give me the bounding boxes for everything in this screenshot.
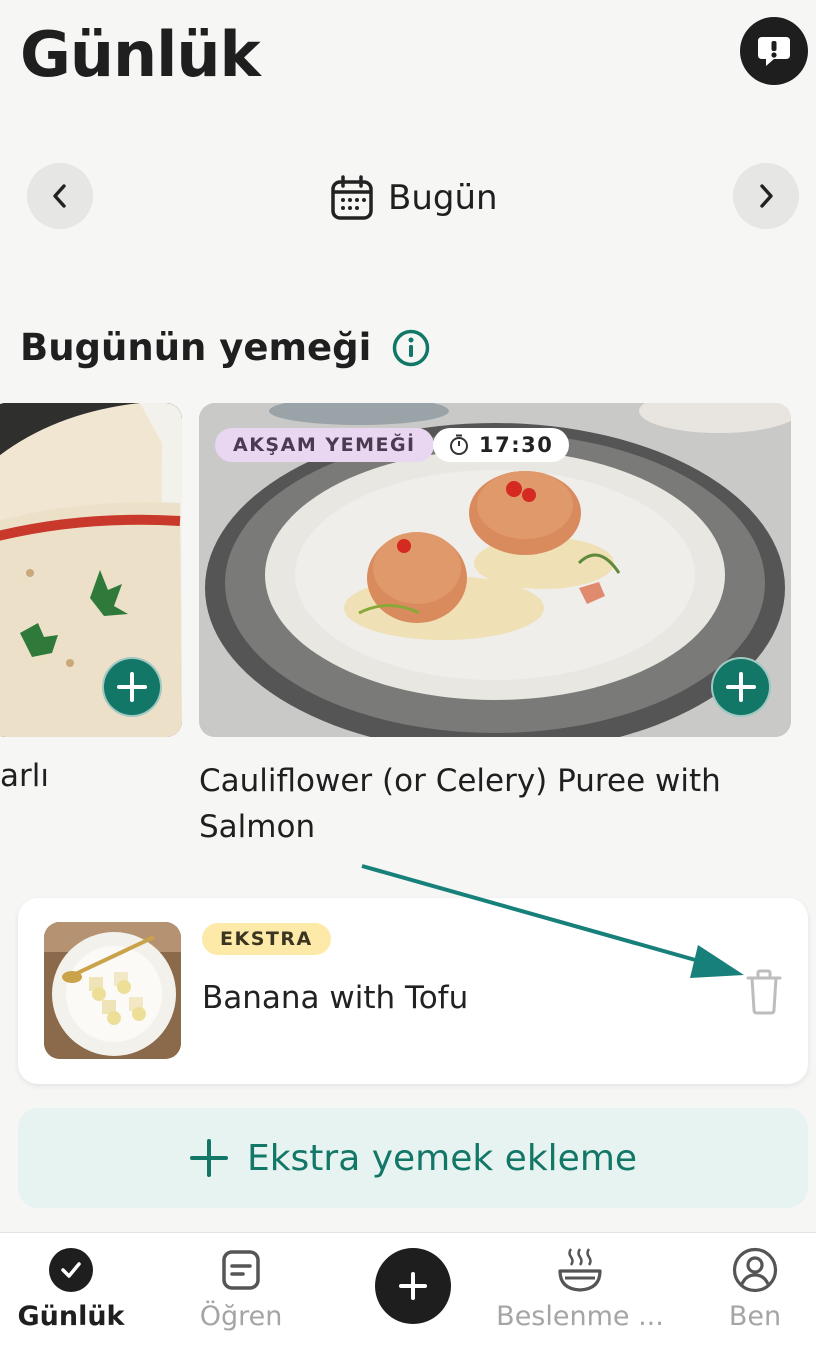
add-meal-button[interactable] bbox=[711, 657, 771, 717]
check-circle-icon bbox=[49, 1248, 93, 1292]
meal-time: 17:30 bbox=[479, 433, 554, 457]
meal-category-badge: AKŞAM YEMEĞİ bbox=[215, 428, 434, 462]
date-selector[interactable]: Bugün bbox=[330, 172, 498, 224]
extra-meal-thumbnail bbox=[44, 922, 181, 1059]
meal-card-image[interactable]: AKŞAM YEMEĞİ 17:30 bbox=[199, 403, 791, 737]
meal-card-caption[interactable]: Cauliflower (or Celery) Puree with Salmo… bbox=[199, 758, 759, 850]
tab-daily[interactable]: Günlük bbox=[0, 1233, 151, 1343]
tab-nutrition[interactable]: Beslenme ... bbox=[496, 1233, 664, 1343]
previous-day-button[interactable] bbox=[27, 163, 93, 229]
date-label: Bugün bbox=[388, 178, 498, 218]
add-button[interactable] bbox=[375, 1248, 451, 1324]
plus-icon bbox=[399, 1272, 427, 1300]
banana-tofu-photo bbox=[44, 922, 181, 1059]
tab-label: Günlük bbox=[17, 1301, 125, 1332]
timer-icon bbox=[450, 434, 468, 455]
tab-label: Beslenme ... bbox=[496, 1301, 664, 1332]
extra-meal-name: Banana with Tofu bbox=[202, 980, 469, 1016]
plus-icon bbox=[117, 672, 147, 702]
next-day-button[interactable] bbox=[733, 163, 799, 229]
plus-icon bbox=[726, 672, 756, 702]
section-title: Bugünün yemeği bbox=[20, 326, 431, 369]
extra-meal-card[interactable]: EKSTRA Banana with Tofu bbox=[18, 898, 808, 1084]
add-extra-meal-button[interactable]: Ekstra yemek ekleme bbox=[18, 1108, 808, 1208]
chevron-right-icon bbox=[760, 184, 773, 208]
tab-profile[interactable]: Ben bbox=[675, 1233, 816, 1343]
profile-icon bbox=[732, 1247, 778, 1293]
section-title-text: Bugünün yemeği bbox=[20, 326, 372, 369]
meal-card-caption: arlı bbox=[0, 758, 49, 794]
add-meal-button[interactable] bbox=[102, 657, 162, 717]
chevron-left-icon bbox=[53, 184, 66, 208]
info-icon[interactable] bbox=[391, 328, 431, 368]
tab-label: Ben bbox=[728, 1301, 782, 1332]
calendar-icon bbox=[331, 175, 373, 220]
add-extra-label: Ekstra yemek ekleme bbox=[246, 1137, 638, 1179]
meal-card-image[interactable] bbox=[0, 403, 182, 737]
extra-badge: EKSTRA bbox=[202, 923, 331, 955]
feedback-button[interactable] bbox=[740, 17, 808, 85]
bottom-navigation: Günlük Öğren Beslenme ... Ben bbox=[0, 1232, 816, 1352]
tab-label: Öğren bbox=[199, 1301, 283, 1332]
learn-card-icon bbox=[222, 1250, 260, 1290]
meal-time-badge: 17:30 bbox=[433, 428, 570, 462]
bowl-icon bbox=[558, 1248, 602, 1292]
feedback-exclamation-icon bbox=[758, 37, 790, 66]
trash-icon[interactable] bbox=[744, 968, 784, 1016]
plus-icon bbox=[189, 1139, 228, 1177]
page-title: Günlük bbox=[20, 18, 261, 91]
tab-learn[interactable]: Öğren bbox=[161, 1233, 321, 1343]
